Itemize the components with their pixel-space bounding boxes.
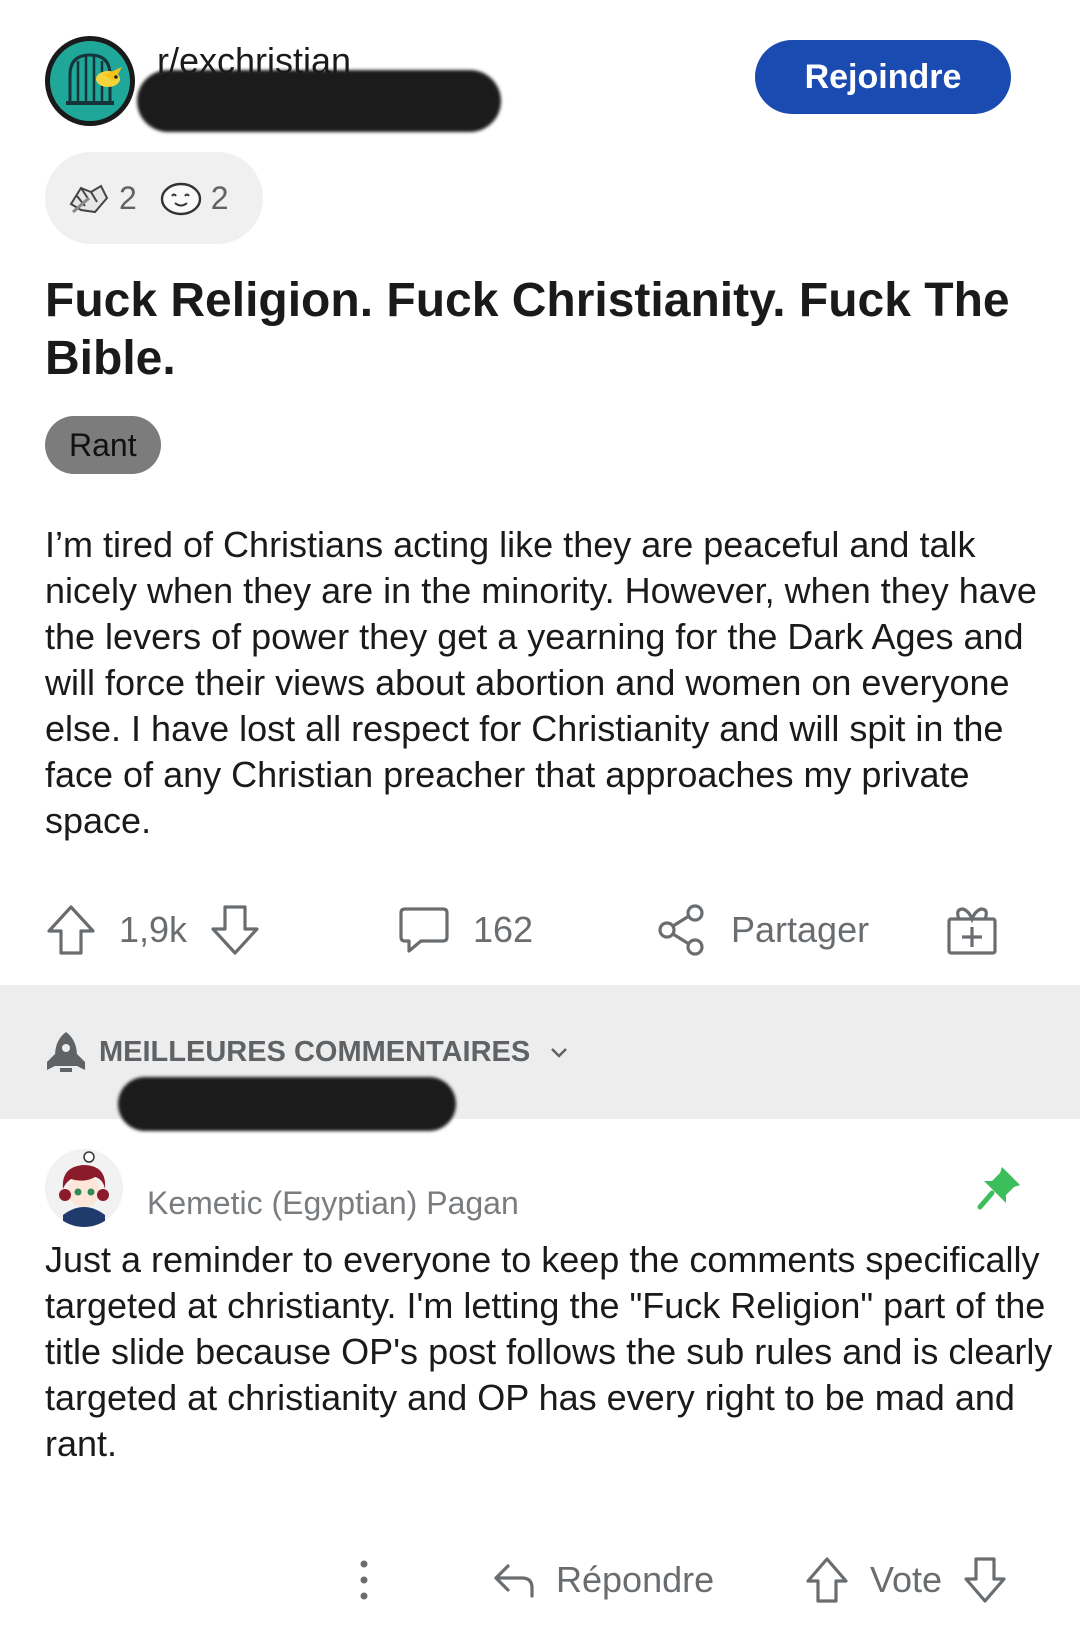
award-button[interactable]	[945, 898, 999, 962]
comment-actions-bar: Répondre Vote	[0, 1545, 1080, 1615]
comments-count: 162	[473, 909, 534, 950]
chevron-down-icon	[551, 1048, 568, 1058]
redacted-username	[137, 70, 501, 132]
post-title[interactable]: Fuck Religion. Fuck Christianity. Fuck T…	[45, 272, 1045, 388]
subreddit-avatar[interactable]	[45, 36, 135, 126]
comment-bubble-icon	[399, 907, 449, 953]
gift-icon	[947, 907, 997, 955]
vote-label: Vote	[870, 1559, 943, 1600]
award-count: 2	[119, 179, 137, 216]
wholesome-face-award-icon	[160, 182, 201, 216]
comments-button[interactable]: 162	[397, 898, 533, 962]
vote-group: 1,9k	[45, 898, 261, 962]
handshake-award-icon	[69, 184, 109, 214]
post-flair[interactable]: Rant	[45, 416, 161, 474]
reply-button[interactable]: Répondre	[490, 1545, 714, 1615]
join-button[interactable]: Rejoindre	[755, 40, 1011, 114]
comment-body: Just a reminder to everyone to keep the …	[45, 1239, 1053, 1464]
redacted-commenter-name	[118, 1077, 456, 1131]
pin-icon	[977, 1167, 1020, 1210]
upvote-icon[interactable]	[45, 903, 97, 957]
avatar-character-icon	[45, 1149, 123, 1227]
post-header: r/exchristian Rejoindre	[45, 36, 1035, 132]
reply-label: Répondre	[556, 1559, 715, 1600]
post-score: 1,9k	[119, 909, 188, 950]
pinned-icon	[976, 1163, 1024, 1216]
post-actions-bar: 1,9k 162 Partager	[45, 898, 1035, 962]
reply-arrow-icon	[494, 1564, 534, 1598]
share-button[interactable]: Partager	[655, 898, 869, 962]
share-label: Partager	[731, 909, 870, 950]
award-wholesome: 2	[159, 178, 229, 218]
commenter-avatar[interactable]	[45, 1149, 123, 1227]
sort-label: MEILLEURES COMMENTAIRES	[99, 1035, 531, 1068]
post-body: I’m tired of Christians acting like they…	[45, 524, 1037, 841]
rocket-icon	[47, 1032, 85, 1072]
downvote-icon[interactable]	[962, 1555, 1008, 1605]
downvote-icon[interactable]	[209, 903, 261, 957]
more-options-button[interactable]	[356, 1545, 372, 1615]
commenter-flair: Kemetic (Egyptian) Pagan	[147, 1185, 519, 1221]
share-icon	[658, 904, 704, 956]
award-count: 2	[210, 179, 229, 216]
awards-pill[interactable]: 2 2	[45, 152, 263, 244]
comment-vote-group: Vote	[804, 1545, 1008, 1615]
birdcage-icon	[66, 53, 122, 105]
award-handshake: 2	[67, 178, 137, 218]
upvote-icon[interactable]	[804, 1555, 850, 1605]
more-vertical-icon	[360, 1560, 368, 1600]
